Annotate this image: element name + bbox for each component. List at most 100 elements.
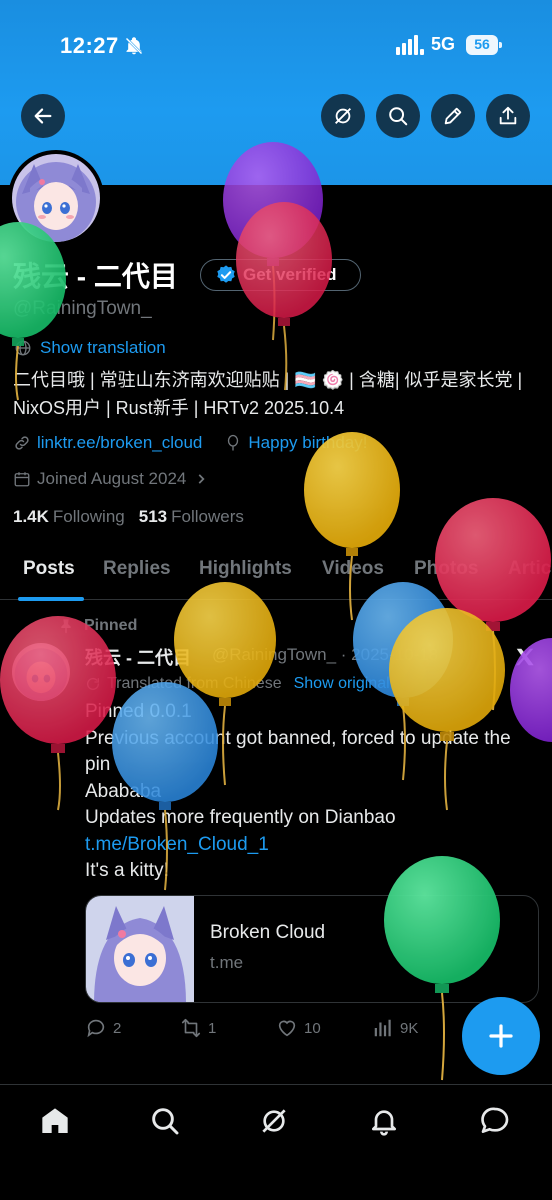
profile-meta-row: linktr.ee/broken_cloud Happy birthday! xyxy=(13,433,367,453)
follow-counts: 1.4K Following 513 Followers xyxy=(13,507,258,527)
grok-icon xyxy=(335,108,351,124)
battery-level: 56 xyxy=(474,36,490,52)
get-verified-label: Get verified xyxy=(243,265,337,284)
nav-messages[interactable] xyxy=(479,1105,511,1137)
nav-search[interactable] xyxy=(149,1105,181,1137)
tab-replies[interactable]: Replies xyxy=(103,558,171,580)
nav-notifications[interactable] xyxy=(368,1105,400,1137)
repost-button[interactable]: 1 xyxy=(180,1017,216,1039)
share-icon xyxy=(499,106,517,125)
translated-row: Translated from Chinese Show original xyxy=(85,675,390,693)
status-bar: 12:27 5G 56 xyxy=(0,0,552,90)
link-preview-card[interactable]: Broken Cloud t.me xyxy=(85,895,539,1003)
show-original-link[interactable]: Show original xyxy=(294,675,390,693)
bottom-navigation xyxy=(0,1088,552,1200)
messages-icon xyxy=(481,1107,509,1133)
tab-highlights[interactable]: Highlights xyxy=(199,558,292,580)
calendar-icon xyxy=(14,472,30,487)
back-button[interactable] xyxy=(21,94,65,138)
tab-posts[interactable]: Posts xyxy=(23,558,75,580)
repost-count: 1 xyxy=(208,1019,217,1037)
nav-grok[interactable] xyxy=(258,1105,290,1137)
chevron-right-icon xyxy=(198,474,205,484)
profile-handle: @RainingTown_ xyxy=(13,298,152,319)
verified-badge-icon xyxy=(217,265,235,283)
post-line: It's a kitty! xyxy=(85,860,169,881)
battery-indicator: 56 xyxy=(466,35,502,55)
card-thumbnail xyxy=(86,896,194,1002)
post-line: Updates more frequently on Dianbao t.me/… xyxy=(85,805,535,858)
signal-icon xyxy=(396,35,424,55)
get-verified-button[interactable]: Get verified xyxy=(200,259,361,291)
post-author-name[interactable]: 残云 - 二代目 xyxy=(85,644,191,670)
profile-website-link[interactable]: linktr.ee/broken_cloud xyxy=(37,433,202,453)
active-tab-indicator xyxy=(18,597,84,601)
tab-photos[interactable]: Photos xyxy=(414,558,478,580)
profile-bio: 二代目哦 | 常驻山东济南欢迎贴贴 | 🏳️‍⚧️ 🍥 | 含糖| 似乎是家长党… xyxy=(13,370,523,418)
back-arrow-icon xyxy=(34,108,52,124)
joined-date: Joined August 2024 xyxy=(37,469,187,488)
search-button[interactable] xyxy=(376,94,420,138)
following-label[interactable]: Following xyxy=(53,507,125,526)
anime-avatar-image xyxy=(12,154,100,242)
views-chart-icon xyxy=(374,1019,391,1037)
profile-tabs: Posts Replies Highlights Videos Photos A… xyxy=(0,548,552,600)
card-title: Broken Cloud xyxy=(210,922,326,943)
bottom-nav-divider xyxy=(0,1084,552,1085)
display-name: 残云 - 二代目 xyxy=(13,261,178,292)
card-domain: t.me xyxy=(210,953,244,972)
translate-icon xyxy=(87,677,99,690)
anime-thumbnail-image xyxy=(86,896,194,1002)
compose-post-button[interactable] xyxy=(462,997,540,1075)
followers-count[interactable]: 513 xyxy=(139,507,167,526)
show-translation-label: Show translation xyxy=(40,338,166,357)
search-icon xyxy=(152,1108,179,1135)
like-button[interactable]: 10 xyxy=(276,1017,321,1039)
search-icon xyxy=(389,107,408,126)
telegram-link[interactable]: t.me/Broken_Cloud_1 xyxy=(85,834,269,855)
pinned-label-row: Pinned xyxy=(58,617,137,635)
pin-icon xyxy=(61,619,71,634)
post-author-handle[interactable]: @RainingTown_ · 2025-10-18 xyxy=(212,645,438,665)
balloon-red-1 xyxy=(236,202,332,391)
like-count: 10 xyxy=(304,1019,321,1037)
edit-button[interactable] xyxy=(431,94,475,138)
balloon-red-2 xyxy=(435,498,551,711)
grok-icon xyxy=(262,1109,286,1133)
status-time: 12:27 xyxy=(60,33,119,58)
birthday-link[interactable]: Happy birthday! xyxy=(248,433,367,453)
grok-button[interactable] xyxy=(321,94,365,138)
tab-videos[interactable]: Videos xyxy=(322,558,384,580)
post-line: Abababa xyxy=(85,780,162,802)
nav-home[interactable] xyxy=(39,1105,71,1137)
edit-pencil-icon xyxy=(444,107,462,125)
plus-icon xyxy=(489,1024,513,1048)
translated-label: Translated from Chinese xyxy=(107,675,282,692)
link-icon xyxy=(15,436,29,450)
views-button[interactable]: 9K xyxy=(372,1017,418,1039)
globe-icon xyxy=(15,340,31,356)
post-line: Previous account got banned, forced to u… xyxy=(85,727,511,776)
x-logo-icon[interactable] xyxy=(514,646,536,668)
pinned-label: Pinned xyxy=(84,617,138,634)
post-author-avatar[interactable] xyxy=(12,643,70,701)
following-count[interactable]: 1.4K xyxy=(13,507,49,526)
balloon-icon xyxy=(228,434,239,451)
post-line: Pinned 0.0.1 xyxy=(85,701,192,722)
heart-icon xyxy=(278,1020,296,1037)
home-icon xyxy=(42,1108,68,1133)
notifications-icon xyxy=(372,1110,396,1136)
profile-avatar[interactable] xyxy=(8,150,104,246)
view-count: 9K xyxy=(400,1019,419,1037)
post-line-text: Updates more frequently on Dianbao xyxy=(85,807,396,828)
share-button[interactable] xyxy=(486,94,530,138)
reply-button[interactable]: 2 xyxy=(85,1017,121,1039)
tab-articles[interactable]: Artic xyxy=(508,558,551,580)
reply-icon xyxy=(87,1019,105,1038)
show-translation-link[interactable]: Show translation xyxy=(14,338,166,358)
followers-label[interactable]: Followers xyxy=(171,507,244,526)
anime-avatar-image xyxy=(12,643,70,701)
joined-row[interactable]: Joined August 2024 xyxy=(13,469,214,489)
post-body: Pinned 0.0.1 Previous account got banned… xyxy=(85,699,535,885)
bell-off-icon xyxy=(125,37,143,55)
